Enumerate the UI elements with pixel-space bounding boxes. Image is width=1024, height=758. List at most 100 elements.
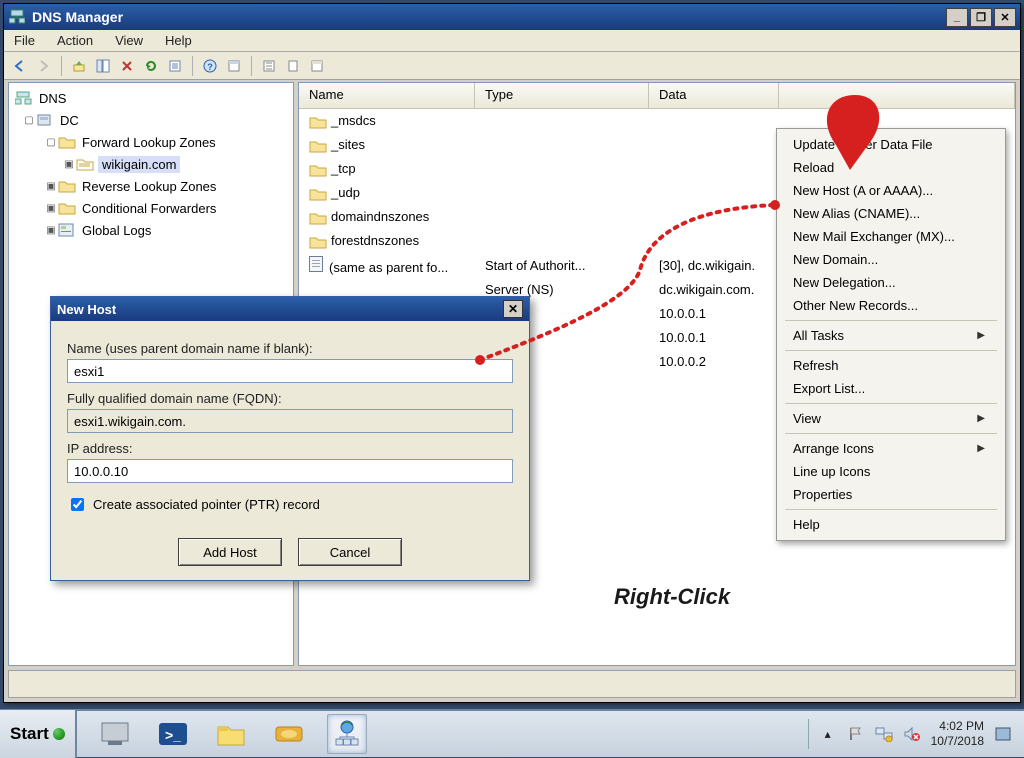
refresh-button[interactable] — [141, 56, 161, 76]
tree-zone-wikigain[interactable]: ▣ wikigain.com — [9, 153, 293, 175]
tree-global-logs[interactable]: ▣ Global Logs — [9, 219, 293, 241]
menu-item[interactable]: New Delegation... — [779, 271, 1003, 294]
tray-network-icon[interactable]: ! — [875, 725, 893, 743]
dns-icon — [15, 91, 33, 105]
submenu-arrow-icon: ▶ — [977, 413, 985, 424]
properties-button[interactable] — [224, 56, 244, 76]
submenu-arrow-icon: ▶ — [977, 330, 985, 341]
minimize-button[interactable]: _ — [946, 8, 968, 27]
svg-text:>_: >_ — [165, 727, 181, 743]
expand-icon[interactable]: ▣ — [45, 225, 57, 236]
help-button[interactable]: ? — [200, 56, 220, 76]
menu-separator — [785, 433, 997, 434]
menu-file[interactable]: File — [10, 31, 39, 50]
menu-item[interactable]: Update Server Data File — [779, 133, 1003, 156]
menu-separator — [785, 350, 997, 351]
cancel-button[interactable]: Cancel — [298, 538, 402, 566]
system-tray[interactable]: ▴ ! 4:02 PM 10/7/2018 — [796, 719, 1024, 749]
menu-item[interactable]: New Domain... — [779, 248, 1003, 271]
ip-input[interactable] — [67, 459, 513, 483]
list-header: Name Type Data — [299, 83, 1015, 109]
menu-item[interactable]: New Mail Exchanger (MX)... — [779, 225, 1003, 248]
maximize-button[interactable]: ❐ — [970, 8, 992, 27]
tray-flag-icon[interactable] — [847, 725, 865, 743]
taskbar[interactable]: Start >_ ▴ ! 4:02 PM 10/7/2018 — [0, 709, 1024, 757]
dialog-close-button[interactable]: ✕ — [503, 300, 523, 318]
menu-view[interactable]: View▶ — [779, 407, 1003, 430]
menu-export-list[interactable]: Export List... — [779, 377, 1003, 400]
tray-show-desktop[interactable] — [994, 725, 1012, 743]
expand-icon[interactable]: ▣ — [45, 203, 57, 214]
collapse-icon[interactable]: ▢ — [23, 115, 35, 126]
menu-item[interactable]: New Alias (CNAME)... — [779, 202, 1003, 225]
taskbar-explorer[interactable] — [211, 714, 251, 754]
tray-volume-icon[interactable] — [903, 725, 921, 743]
menu-item[interactable]: New Host (A or AAAA)... — [779, 179, 1003, 202]
close-button[interactable]: ✕ — [994, 8, 1016, 27]
up-button[interactable] — [69, 56, 89, 76]
menu-help[interactable]: Help — [779, 513, 1003, 536]
menu-properties[interactable]: Properties — [779, 483, 1003, 506]
statusbar — [8, 670, 1016, 698]
menu-view[interactable]: View — [111, 31, 147, 50]
fqdn-input — [67, 409, 513, 433]
folder-icon — [58, 135, 76, 149]
taskbar-server-manager[interactable] — [95, 714, 135, 754]
menu-separator — [785, 403, 997, 404]
svg-text:?: ? — [207, 62, 213, 72]
tree-dc[interactable]: ▢ DC — [9, 109, 293, 131]
svg-text:!: ! — [888, 737, 889, 742]
tree-conditional-forwarders[interactable]: ▣ Conditional Forwarders — [9, 197, 293, 219]
dialog-titlebar[interactable]: New Host ✕ — [51, 297, 529, 321]
col-name[interactable]: Name — [299, 83, 475, 108]
menu-lineup-icons[interactable]: Line up Icons — [779, 460, 1003, 483]
ptr-checkbox[interactable] — [71, 498, 84, 511]
back-button[interactable] — [10, 56, 30, 76]
menu-all-tasks[interactable]: All Tasks▶ — [779, 324, 1003, 347]
menu-action[interactable]: Action — [53, 31, 97, 50]
dialog-title: New Host — [57, 302, 116, 317]
name-label: Name (uses parent domain name if blank): — [67, 341, 513, 356]
context-menu[interactable]: Update Server Data FileReloadNew Host (A… — [776, 128, 1006, 541]
forward-button[interactable] — [34, 56, 54, 76]
expand-icon[interactable]: ▣ — [63, 159, 75, 170]
fqdn-label: Fully qualified domain name (FQDN): — [67, 391, 513, 406]
col-extra[interactable] — [779, 83, 1015, 108]
tray-show-hidden-icon[interactable]: ▴ — [819, 725, 837, 743]
menu-item[interactable]: Reload — [779, 156, 1003, 179]
new-zone-button[interactable] — [307, 56, 327, 76]
expand-icon[interactable]: ▣ — [45, 181, 57, 192]
delete-button[interactable] — [117, 56, 137, 76]
new-record-button[interactable] — [283, 56, 303, 76]
name-input[interactable] — [67, 359, 513, 383]
collapse-icon[interactable]: ▢ — [45, 137, 57, 148]
tree-forward-zones[interactable]: ▢ Forward Lookup Zones — [9, 131, 293, 153]
record-icon — [309, 256, 323, 272]
taskbar-powershell[interactable]: >_ — [153, 714, 193, 754]
app-icon — [8, 8, 26, 26]
menu-help[interactable]: Help — [161, 31, 196, 50]
start-button[interactable]: Start — [0, 710, 77, 758]
taskbar-dns-manager[interactable] — [327, 714, 367, 754]
col-type[interactable]: Type — [475, 83, 649, 108]
export-button[interactable] — [165, 56, 185, 76]
titlebar[interactable]: DNS Manager _ ❐ ✕ — [4, 4, 1020, 30]
show-hide-tree-button[interactable] — [93, 56, 113, 76]
tree-root-dns[interactable]: DNS — [9, 87, 293, 109]
menubar: File Action View Help — [4, 30, 1020, 52]
menu-refresh[interactable]: Refresh — [779, 354, 1003, 377]
add-host-button[interactable]: Add Host — [178, 538, 282, 566]
folder-icon — [309, 115, 327, 129]
folder-icon — [58, 179, 76, 193]
menu-separator — [785, 320, 997, 321]
ptr-label: Create associated pointer (PTR) record — [93, 497, 320, 512]
col-data[interactable]: Data — [649, 83, 779, 108]
tree-reverse-zones[interactable]: ▣ Reverse Lookup Zones — [9, 175, 293, 197]
new-host-dialog[interactable]: New Host ✕ Name (uses parent domain name… — [50, 296, 530, 581]
tray-clock[interactable]: 4:02 PM 10/7/2018 — [931, 719, 984, 749]
filter-button[interactable] — [259, 56, 279, 76]
zone-icon — [76, 157, 94, 171]
menu-arrange-icons[interactable]: Arrange Icons▶ — [779, 437, 1003, 460]
taskbar-app[interactable] — [269, 714, 309, 754]
menu-item[interactable]: Other New Records... — [779, 294, 1003, 317]
